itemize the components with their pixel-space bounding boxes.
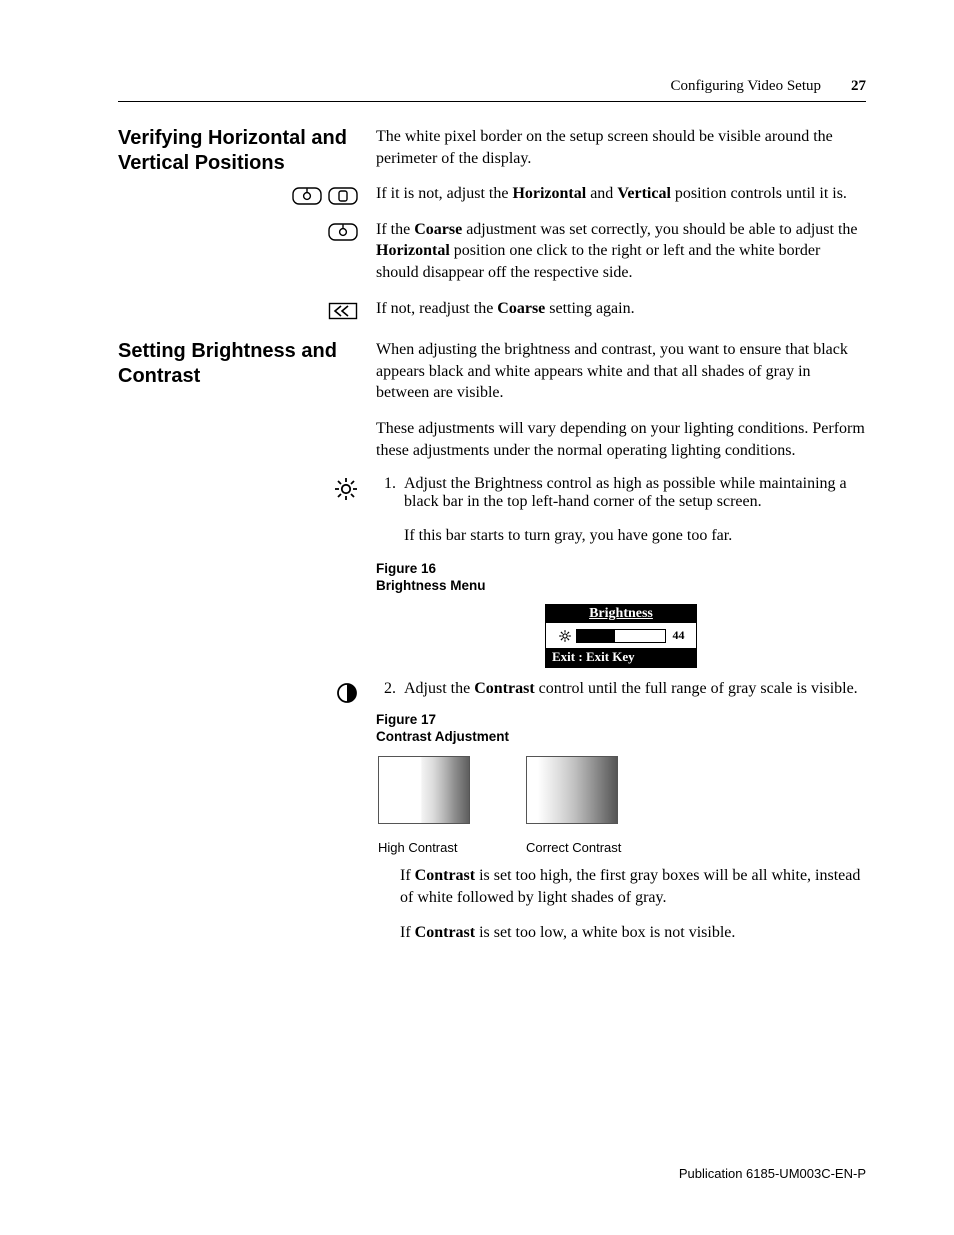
contrast-icon — [336, 682, 358, 704]
vertical-position-icon — [328, 185, 358, 207]
label-high-contrast: High Contrast — [378, 840, 457, 855]
contrast-figure: High Contrast Correct Contrast — [378, 756, 866, 855]
brightness-osd: Brightness — [545, 604, 697, 668]
text: Adjust the — [404, 680, 474, 697]
horizontal-position-icon — [292, 185, 322, 207]
section-brightness-contrast: Setting Brightness and Contrast When adj… — [118, 339, 866, 475]
text: setting again. — [545, 300, 634, 317]
body-text: If Contrast is set too low, a white box … — [400, 922, 866, 944]
page-number: 27 — [851, 78, 866, 95]
gradient-correct — [526, 756, 618, 824]
text: If the — [376, 221, 414, 238]
body-text: If it is not, adjust the Horizontal and … — [376, 183, 866, 205]
brightness-value: 44 — [673, 628, 685, 643]
body-text: These adjustments will vary depending on… — [376, 418, 866, 461]
high-contrast-sample: High Contrast — [378, 756, 470, 855]
brightness-slider — [576, 629, 666, 643]
text: is set too low, a white box is not visib… — [475, 924, 735, 941]
section-verify-positions: Verifying Horizontal and Vertical Positi… — [118, 126, 866, 183]
figure-16-caption: Figure 16 Brightness Menu — [376, 561, 866, 595]
osd-footer: Exit : Exit Key — [546, 648, 696, 667]
text: position controls until it is. — [671, 185, 847, 202]
publication-footer: Publication 6185-UM003C-EN-P — [679, 1166, 866, 1181]
step-note: If this bar starts to turn gray, you hav… — [404, 525, 866, 547]
row-step2: Adjust the Contrast control until the fu… — [118, 680, 866, 958]
text: and — [586, 185, 617, 202]
text: If — [400, 867, 415, 884]
bold-contrast: Contrast — [474, 680, 534, 697]
section-title-verify: Verifying Horizontal and Vertical Positi… — [118, 126, 358, 176]
osd-body: 44 — [546, 623, 696, 648]
section-title-bc: Setting Brightness and Contrast — [118, 339, 358, 389]
step-1: Adjust the Brightness control as high as… — [400, 475, 866, 547]
page: Configuring Video Setup 27 Verifying Hor… — [0, 0, 954, 998]
coarse-icon — [328, 300, 358, 322]
correct-contrast-sample: Correct Contrast — [526, 756, 621, 855]
brightness-icon — [558, 629, 572, 643]
label-correct-contrast: Correct Contrast — [526, 840, 621, 855]
text: If — [400, 924, 415, 941]
figure-17-caption: Figure 17 Contrast Adjustment — [376, 712, 866, 746]
header-rule — [118, 101, 866, 102]
horizontal-position-icon — [328, 221, 358, 243]
bold-coarse: Coarse — [414, 221, 462, 238]
body-text: If Contrast is set too high, the first g… — [400, 865, 866, 908]
step-2: Adjust the Contrast control until the fu… — [400, 680, 866, 698]
brightness-icon — [334, 477, 358, 501]
row-coarse-readjust: If not, readjust the Coarse setting agai… — [118, 298, 866, 334]
figure-title: Contrast Adjustment — [376, 729, 509, 744]
step-text: Adjust the Brightness control as high as… — [404, 475, 847, 510]
figure-number: Figure 16 — [376, 561, 436, 576]
bold-contrast: Contrast — [415, 924, 475, 941]
text: adjustment was set correctly, you should… — [462, 221, 857, 238]
running-header: Configuring Video Setup 27 — [118, 78, 866, 95]
text: control until the full range of gray sca… — [535, 680, 858, 697]
bold-vertical: Vertical — [617, 185, 671, 202]
header-section: Configuring Video Setup — [671, 78, 821, 95]
text: If it is not, adjust the — [376, 185, 512, 202]
body-text: If not, readjust the Coarse setting agai… — [376, 298, 866, 320]
text: If not, readjust the — [376, 300, 497, 317]
row-coarse-check: If the Coarse adjustment was set correct… — [118, 219, 866, 298]
body-text: When adjusting the brightness and contra… — [376, 339, 866, 404]
figure-number: Figure 17 — [376, 712, 436, 727]
gradient-high — [378, 756, 470, 824]
bold-horizontal: Horizontal — [512, 185, 586, 202]
body-text: The white pixel border on the setup scre… — [376, 126, 866, 169]
bold-contrast: Contrast — [415, 867, 475, 884]
body-text: If the Coarse adjustment was set correct… — [376, 219, 866, 284]
row-step1: Adjust the Brightness control as high as… — [118, 475, 866, 680]
bold-horizontal: Horizontal — [376, 242, 450, 259]
row-horizontal-vertical: If it is not, adjust the Horizontal and … — [118, 183, 866, 219]
figure-title: Brightness Menu — [376, 578, 486, 593]
bold-coarse: Coarse — [497, 300, 545, 317]
osd-title: Brightness — [546, 605, 696, 623]
